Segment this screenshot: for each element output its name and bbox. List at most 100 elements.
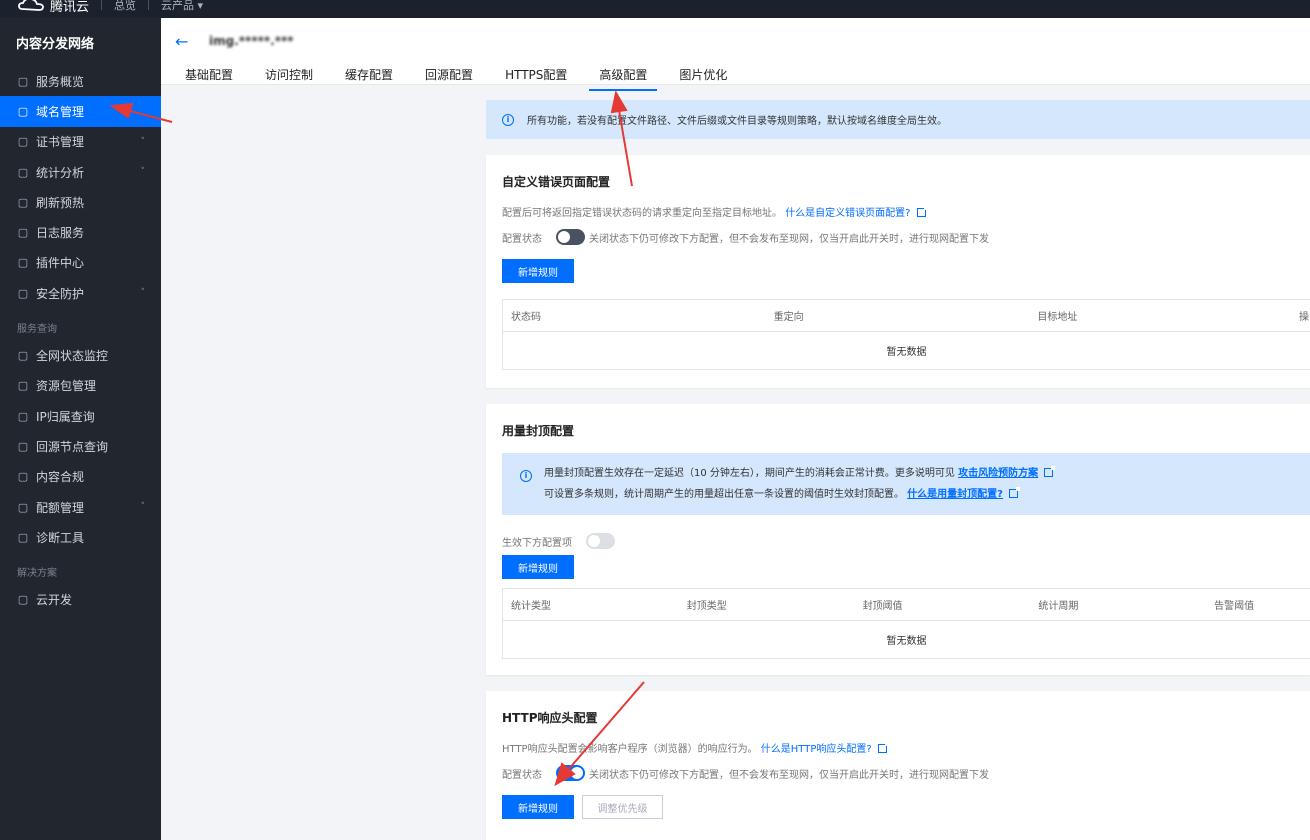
adjust-priority-button[interactable]: 调整优先级 <box>582 795 663 819</box>
sidebar-item-label: 安全防护 <box>36 286 85 301</box>
column-header: 重定向 <box>773 312 804 323</box>
cloud-dev-icon: ▢ <box>17 593 29 607</box>
error-page-add-rule-button[interactable]: 新增规则 <box>502 259 574 283</box>
tab[interactable]: 图片优化 <box>669 62 737 91</box>
tab[interactable]: 基础配置 <box>175 62 243 91</box>
shield-icon: ▢ <box>17 286 29 300</box>
table-header: 统计类型 封顶类型 封顶阈值 统计周期 告警阈值 <box>503 589 1310 621</box>
chevron-down-icon: ˅ <box>140 136 146 147</box>
error-page-status-toggle[interactable] <box>556 229 585 245</box>
sidebar-item-label: 云开发 <box>36 593 73 608</box>
top-bar: 腾讯云 总览 云产品 ▾ <box>0 0 1310 18</box>
certificate-icon: ▢ <box>17 135 29 149</box>
sidebar-title: 内容分发网络 <box>16 36 95 52</box>
status-hint: 关闭状态下仍可修改下方配置，但不会发布至现网，仅当开启此开关时，进行现网配置下发 <box>589 233 989 245</box>
sidebar-item[interactable]: ▢ 统计分析 ˅ <box>0 157 161 187</box>
sidebar-item[interactable]: ▢ 证书管理 ˅ <box>0 127 161 157</box>
sidebar-item[interactable]: ▢ 诊断工具 <box>0 522 161 552</box>
tab[interactable]: 高级配置 <box>589 62 658 91</box>
external-link-icon[interactable] <box>916 206 928 217</box>
chevron-down-icon: ˅ <box>140 502 146 512</box>
package-icon: ▢ <box>17 379 29 393</box>
brand-name: 腾讯云 <box>50 0 90 15</box>
attack-risk-link[interactable]: 攻击风险预防方案 <box>958 468 1038 479</box>
tab[interactable]: 缓存配置 <box>335 62 403 91</box>
status-label: 配置状态 <box>502 769 542 781</box>
http-header-buttons: 新增规则 调整优先级 <box>502 781 1310 819</box>
nav-group-service-query: 服务查询 <box>17 323 57 335</box>
usage-cap-toggle-label: 生效下方配置项 <box>502 537 572 549</box>
usage-cap-table: 统计类型 封顶类型 封顶阈值 统计周期 告警阈值 暂无数据 <box>502 588 1310 659</box>
global-notice-text: 所有功能，若没有配置文件路径、文件后缀或文件目录等规则策略，默认按域名维度全局生… <box>527 116 947 127</box>
sidebar-item[interactable]: ▢ IP归属查询 <box>0 401 161 431</box>
config-tabs: 基础配置 访问控制 缓存配置 回源配置 HTTPS配置 高级配置 图片优化 <box>175 62 749 91</box>
tab[interactable]: 访问控制 <box>255 62 323 91</box>
usage-cap-notice-text2: 可设置多条规则，统计周期产生的用量超出任意一条设置的阈值时生效封顶配置。 <box>544 489 904 500</box>
table-header: 状态码 重定向 目标地址 操 <box>503 300 1310 332</box>
sidebar-item[interactable]: ▢ 服务概览 <box>0 66 161 96</box>
column-header: 告警阈值 <box>1214 601 1255 612</box>
empty-row: 暂无数据 <box>886 636 927 647</box>
error-page-card: 自定义错误页面配置 配置后可将返回指定错误状态码的请求重定向至指定目标地址。 什… <box>486 155 1310 388</box>
column-header: 封顶阈值 <box>862 601 903 612</box>
sidebar-item[interactable]: ▢ 回源节点查询 <box>0 431 161 461</box>
external-link-icon[interactable] <box>1044 466 1056 477</box>
status-label: 配置状态 <box>502 233 542 245</box>
sidebar-item[interactable]: ▢ 域名管理 <box>0 96 161 127</box>
error-page-help-link[interactable]: 什么是自定义错误页面配置? <box>785 208 910 219</box>
sidebar-item-label: 资源包管理 <box>36 379 97 394</box>
empty-row: 暂无数据 <box>886 347 927 358</box>
column-header: 目标地址 <box>1037 312 1078 323</box>
search-node-icon: ▢ <box>17 439 29 453</box>
brand-logo[interactable]: 腾讯云 <box>18 0 89 15</box>
sidebar-item[interactable]: ▢ 配额管理 ˅ <box>0 492 161 522</box>
sidebar-item[interactable]: ▢ 内容合规 <box>0 462 161 492</box>
domain-icon: ▢ <box>17 104 29 118</box>
tab[interactable]: HTTPS配置 <box>495 62 577 91</box>
sidebar-item[interactable]: ▢ 刷新预热 <box>0 187 161 217</box>
usage-cap-toggle-row: 生效下方配置项 <box>502 533 1310 549</box>
overview-link[interactable]: 总览 <box>114 0 136 13</box>
global-notice: i 所有功能，若没有配置文件路径、文件后缀或文件目录等规则策略，默认按域名维度全… <box>486 100 1310 139</box>
ip-icon: ▢ <box>17 409 29 423</box>
http-header-status-toggle[interactable] <box>556 765 585 781</box>
sidebar-item[interactable]: ▢ 安全防护 ˅ <box>0 278 161 308</box>
log-icon: ▢ <box>17 226 29 240</box>
bar-chart-icon: ▢ <box>17 165 29 179</box>
column-header: 状态码 <box>511 312 541 323</box>
tab[interactable]: 回源配置 <box>415 62 483 91</box>
sidebar-item-label: 配额管理 <box>36 500 85 515</box>
sidebar-item-label: 统计分析 <box>36 165 85 180</box>
diagnose-icon: ▢ <box>17 530 29 544</box>
cloud-logo-icon <box>18 0 44 11</box>
error-page-title: 自定义错误页面配置 <box>502 175 611 189</box>
usage-cap-title: 用量封顶配置 <box>502 424 575 438</box>
products-menu[interactable]: 云产品 ▾ <box>161 0 203 13</box>
sidebar-item-label: 证书管理 <box>36 135 85 150</box>
sidebar-item[interactable]: ▢ 全网状态监控 <box>0 340 161 370</box>
info-icon: i <box>520 469 532 482</box>
sidebar-item[interactable]: ▢ 云开发 <box>0 584 161 614</box>
chevron-down-icon: ˅ <box>140 288 146 299</box>
sidebar-item-label: 内容合规 <box>36 470 85 485</box>
sidebar-item-label: 回源节点查询 <box>36 439 109 454</box>
http-header-status-row: 配置状态 关闭状态下仍可修改下方配置，但不会发布至现网，仅当开启此开关时，进行现… <box>502 765 1310 781</box>
sidebar: 内容分发网络 ▢ 服务概览 ▢ 域名管理 ▢ 证书管理 ˅ ▢ 统计分析 ˅ ▢ 刷新预热 ▢ 日志服务 ▢… <box>0 18 161 840</box>
sidebar-item-label: 插件中心 <box>36 256 85 271</box>
http-header-add-rule-button[interactable]: 新增规则 <box>502 795 574 819</box>
external-link-icon[interactable] <box>877 742 889 753</box>
sidebar-item-label: 刷新预热 <box>36 195 85 210</box>
http-header-help-link[interactable]: 什么是HTTP响应头配置? <box>761 744 872 755</box>
usage-cap-help-link[interactable]: 什么是用量封顶配置? <box>907 489 1003 500</box>
column-header: 操 <box>1299 312 1310 323</box>
usage-cap-toggle[interactable] <box>586 533 615 549</box>
sidebar-item[interactable]: ▢ 资源包管理 <box>0 371 161 401</box>
usage-cap-add-rule-button[interactable]: 新增规则 <box>502 555 574 579</box>
image-icon: ▢ <box>17 470 29 484</box>
sidebar-item[interactable]: ▢ 插件中心 <box>0 248 161 278</box>
http-header-title: HTTP响应头配置 <box>502 711 598 725</box>
sidebar-item[interactable]: ▢ 日志服务 <box>0 217 161 247</box>
back-arrow-icon[interactable]: ← <box>175 32 188 51</box>
grid-icon: ▢ <box>17 74 29 88</box>
external-link-icon[interactable] <box>1009 487 1020 498</box>
